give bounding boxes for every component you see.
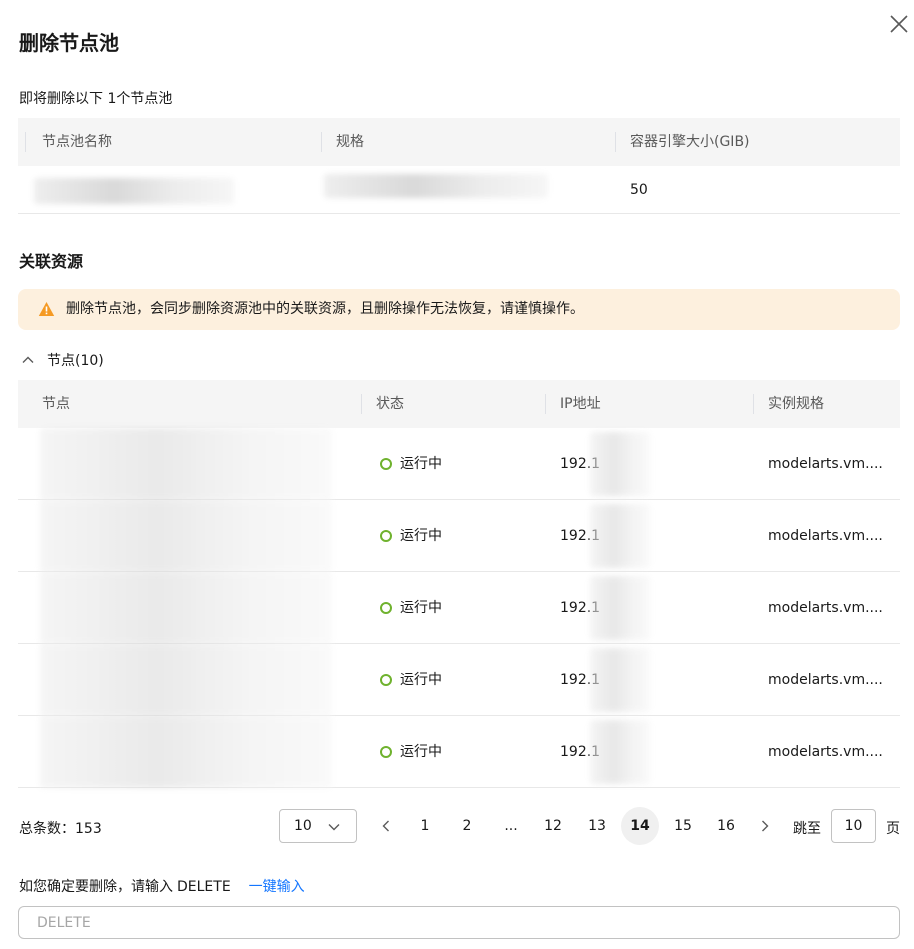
nodes-collapse-toggle[interactable]: 节点(10) bbox=[18, 349, 104, 371]
redacted-ip bbox=[590, 432, 650, 496]
delete-node-pool-dialog: 删除节点池 即将删除以下 1个节点池 节点池名称 规格 容器引擎大小(GIB) … bbox=[0, 0, 914, 949]
page-2[interactable]: 2 bbox=[452, 807, 482, 845]
table-header: 节点 状态 IP地址 实例规格 bbox=[18, 380, 900, 428]
node-status: 运行中 bbox=[400, 672, 442, 688]
table-row: 运行中 192.1 modelarts.vm.... bbox=[18, 428, 900, 500]
node-instance-spec: modelarts.vm.... bbox=[768, 456, 883, 472]
table-row: 运行中 192.1 modelarts.vm.... bbox=[18, 716, 900, 788]
table-row: 运行中 192.1 modelarts.vm.... bbox=[18, 572, 900, 644]
redacted-ip bbox=[590, 720, 650, 784]
column-header-ip: IP地址 bbox=[560, 396, 601, 412]
related-resources-title: 关联资源 bbox=[19, 252, 84, 271]
redacted-node-name bbox=[40, 428, 332, 500]
table-row: 运行中 192.1 modelarts.vm.... bbox=[18, 644, 900, 716]
chevron-left-icon[interactable] bbox=[379, 819, 393, 833]
redacted-node-name bbox=[40, 644, 332, 716]
nodes-count-label: 节点(10) bbox=[47, 353, 104, 369]
column-header-spec: 规格 bbox=[336, 134, 364, 150]
column-divider bbox=[753, 394, 754, 414]
column-header-pool-name: 节点池名称 bbox=[42, 134, 112, 150]
column-divider bbox=[25, 132, 26, 152]
confirm-keyword: DELETE bbox=[177, 879, 231, 895]
nodes-table: 节点 状态 IP地址 实例规格 运行中 192.1 modelarts.vm..… bbox=[18, 380, 900, 788]
delete-intro: 即将删除以下 1个节点池 bbox=[19, 91, 173, 107]
column-divider bbox=[545, 394, 546, 414]
quick-input-link[interactable]: 一键输入 bbox=[249, 879, 305, 895]
warning-icon bbox=[38, 301, 55, 317]
page-size-select[interactable]: 10 bbox=[279, 809, 357, 843]
node-status: 运行中 bbox=[400, 744, 442, 760]
column-divider bbox=[321, 132, 322, 152]
close-icon[interactable] bbox=[887, 12, 911, 36]
dialog-title: 删除节点池 bbox=[19, 31, 119, 55]
page-1[interactable]: 1 bbox=[410, 807, 440, 845]
jump-page-input[interactable]: 10 bbox=[831, 809, 876, 843]
redacted-node-name bbox=[40, 500, 332, 572]
warning-text: 删除节点池，会同步删除资源池中的关联资源，且删除操作无法恢复，请谨慎操作。 bbox=[66, 301, 584, 317]
redacted-ip bbox=[590, 504, 650, 568]
table-header: 节点池名称 规格 容器引擎大小(GIB) bbox=[18, 118, 900, 166]
column-header-node: 节点 bbox=[42, 396, 70, 412]
table-row: 运行中 192.1 modelarts.vm.... bbox=[18, 500, 900, 572]
page-size-value: 10 bbox=[294, 818, 312, 834]
node-instance-spec: modelarts.vm.... bbox=[768, 600, 883, 616]
redacted-ip bbox=[590, 576, 650, 640]
running-status-icon bbox=[380, 746, 392, 758]
jump-to-label: 跳至 bbox=[793, 821, 821, 837]
chevron-down-icon bbox=[327, 820, 341, 834]
node-status: 运行中 bbox=[400, 528, 442, 544]
node-status: 运行中 bbox=[400, 456, 442, 472]
redacted-ip bbox=[590, 648, 650, 712]
page-16[interactable]: 16 bbox=[711, 807, 741, 845]
running-status-icon bbox=[380, 674, 392, 686]
running-status-icon bbox=[380, 530, 392, 542]
column-header-engine-size: 容器引擎大小(GIB) bbox=[630, 134, 750, 150]
column-header-status: 状态 bbox=[376, 396, 404, 412]
page-14-current[interactable]: 14 bbox=[621, 807, 659, 845]
redacted-node-name bbox=[40, 716, 332, 788]
node-instance-spec: modelarts.vm.... bbox=[768, 744, 883, 760]
delete-confirm-input[interactable] bbox=[18, 906, 900, 939]
engine-size-value: 50 bbox=[630, 182, 648, 198]
warning-alert: 删除节点池，会同步删除资源池中的关联资源，且删除操作无法恢复，请谨慎操作。 bbox=[18, 289, 900, 330]
page-15[interactable]: 15 bbox=[668, 807, 698, 845]
node-instance-spec: modelarts.vm.... bbox=[768, 672, 883, 688]
chevron-up-icon bbox=[21, 353, 35, 367]
redacted-spec bbox=[324, 174, 548, 198]
page-12[interactable]: 12 bbox=[538, 807, 568, 845]
total-count: 总条数：153 bbox=[19, 821, 102, 837]
redacted-pool-name bbox=[34, 178, 234, 204]
column-divider bbox=[615, 132, 616, 152]
column-divider bbox=[361, 394, 362, 414]
column-header-instance-spec: 实例规格 bbox=[768, 396, 824, 412]
confirm-prompt-line: 如您确定要删除，请输入 DELETE 一键输入 bbox=[19, 876, 305, 896]
node-pool-table: 节点池名称 规格 容器引擎大小(GIB) 50 bbox=[18, 118, 900, 214]
node-instance-spec: modelarts.vm.... bbox=[768, 528, 883, 544]
running-status-icon bbox=[380, 458, 392, 470]
confirm-prompt: 如您确定要删除，请输入 bbox=[19, 879, 173, 895]
page-ellipsis[interactable]: ... bbox=[496, 807, 526, 845]
page-13[interactable]: 13 bbox=[582, 807, 612, 845]
table-row: 50 bbox=[18, 166, 900, 214]
redacted-node-name bbox=[40, 572, 332, 644]
jump-page-suffix: 页 bbox=[886, 821, 900, 837]
node-status: 运行中 bbox=[400, 600, 442, 616]
running-status-icon bbox=[380, 602, 392, 614]
chevron-right-icon[interactable] bbox=[758, 819, 772, 833]
